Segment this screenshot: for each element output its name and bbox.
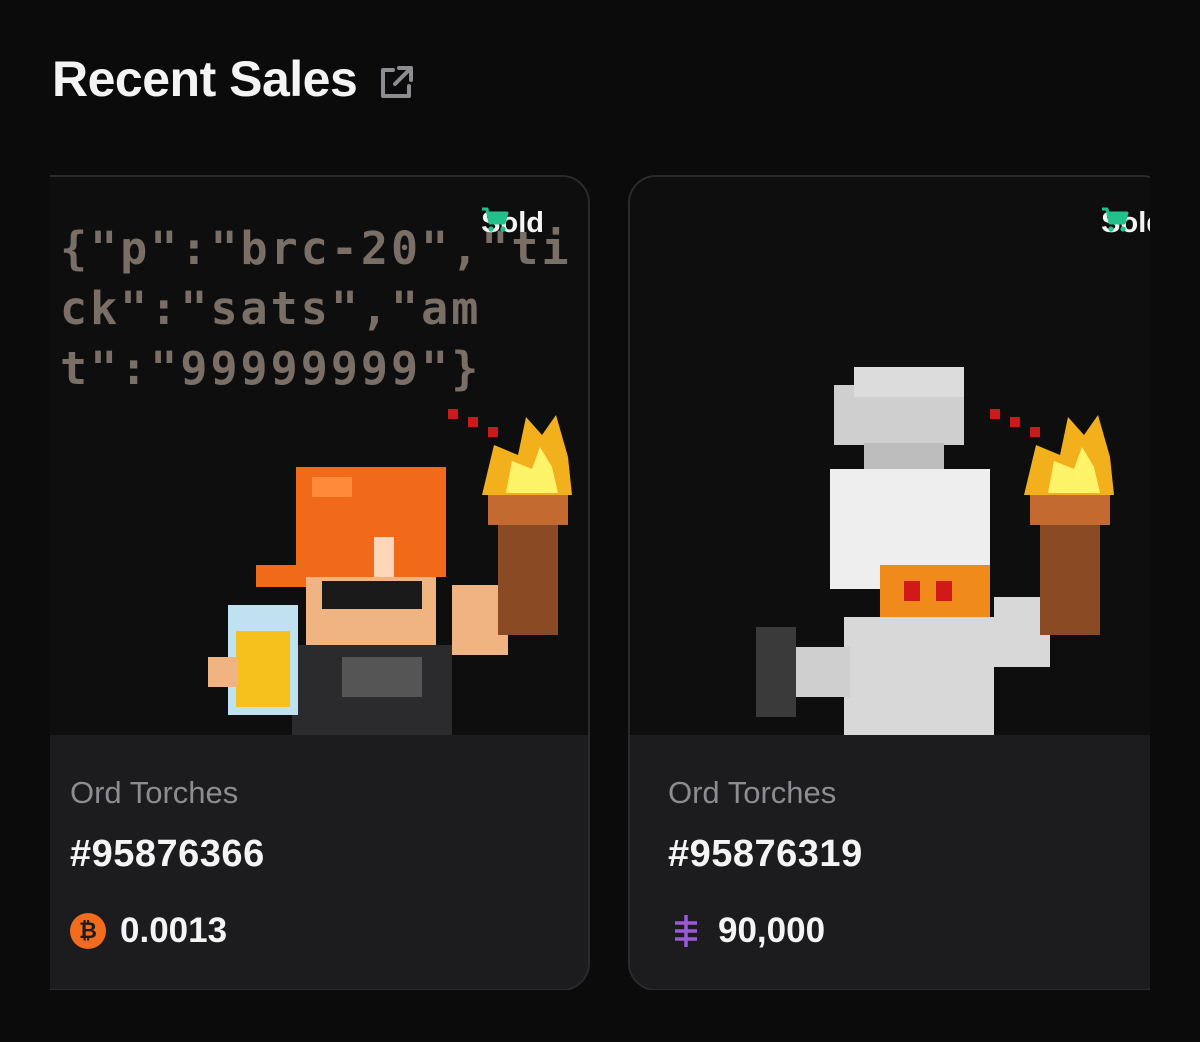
inscription-image: {"p":"brc-20","tick":"sats","amt":"99999… [50,177,588,735]
inscription-number[interactable]: #95876319 [668,833,863,876]
rune-icon [668,913,704,949]
cart-icon [1102,207,1129,232]
price-value: 90,000 [718,911,826,950]
sale-card[interactable]: Sold Ord Torches #95876319 90,000 [628,175,1150,990]
inscription-image: Sold [630,177,1150,735]
section-header: Recent Sales [52,50,415,108]
card-info: Ord Torches #95876319 90,000 [630,735,1150,989]
external-link-icon[interactable] [377,64,415,102]
sale-card[interactable]: {"p":"brc-20","tick":"sats","amt":"99999… [50,175,590,990]
bitcoin-icon: ₿ [70,913,106,949]
pixel-character-art [756,367,1114,735]
price-value: 0.0013 [120,911,228,950]
collection-name[interactable]: Ord Torches [70,775,238,811]
sales-carousel[interactable]: {"p":"brc-20","tick":"sats","amt":"99999… [50,175,1150,990]
sale-price: ₿ 0.0013 [70,911,227,951]
cart-icon [482,207,509,232]
sold-badge: Sold [481,207,544,240]
sale-price: 90,000 [668,911,825,951]
section-title: Recent Sales [52,51,358,107]
card-info: Ord Torches #95876366 ₿ 0.0013 [50,735,588,989]
pixel-character-art [208,409,572,735]
inscription-number[interactable]: #95876366 [70,833,265,876]
collection-name[interactable]: Ord Torches [668,775,836,811]
sold-badge: Sold [1101,207,1150,240]
